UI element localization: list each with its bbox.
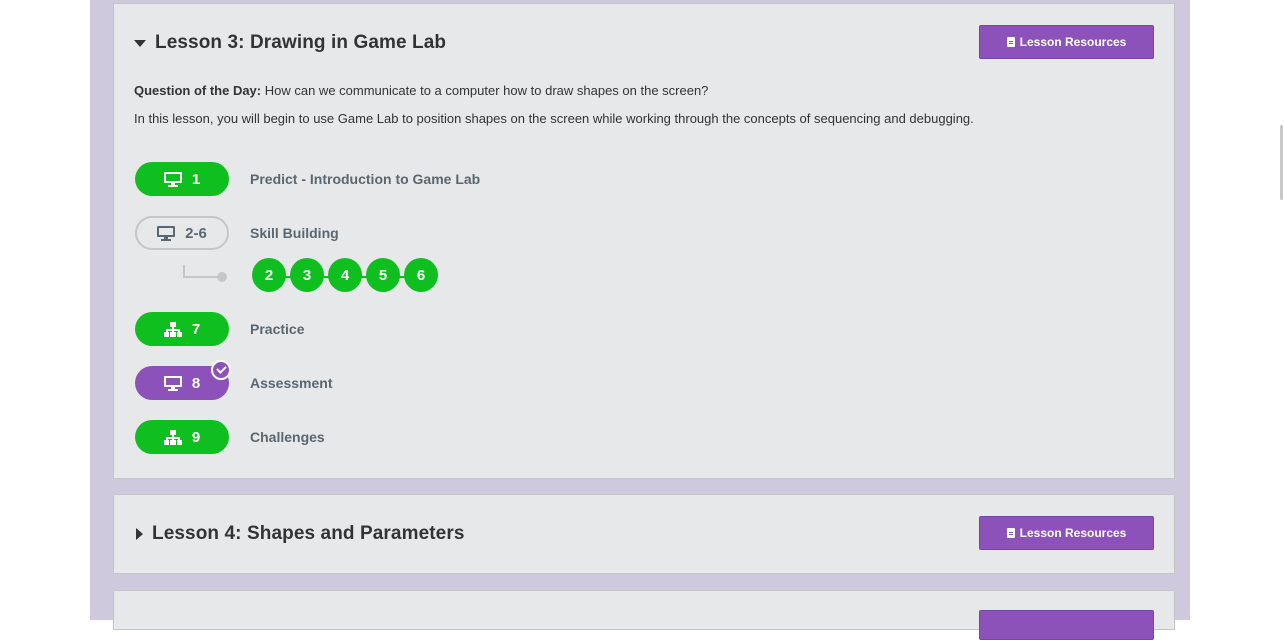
qotd-text: How can we communicate to a computer how… (261, 83, 709, 98)
sublevel-bubble-5[interactable]: 5 (366, 258, 400, 292)
checkmark-icon (211, 360, 231, 380)
sitemap-icon (163, 321, 182, 337)
lesson-card-3: Lesson 3: Drawing in Game Lab Lesson Res… (113, 3, 1175, 479)
lesson-resources-button[interactable] (979, 610, 1154, 640)
lesson-description: In this lesson, you will begin to use Ga… (134, 111, 974, 126)
caret-right-icon[interactable] (136, 528, 143, 540)
activity-label[interactable]: Practice (250, 321, 304, 337)
sublevel-bubble-3[interactable]: 3 (290, 258, 324, 292)
activity-label[interactable]: Assessment (250, 375, 333, 391)
lesson-resources-label: Lesson Resources (1019, 526, 1127, 540)
lesson-title[interactable]: Lesson 3: Drawing in Game Lab (155, 32, 446, 54)
activity-label[interactable]: Challenges (250, 429, 325, 445)
lesson-resources-button[interactable]: Lesson Resources (979, 25, 1154, 59)
lesson-resources-label: Lesson Resources (1019, 35, 1127, 49)
file-icon (1006, 37, 1015, 47)
lesson-card-4: Lesson 4: Shapes and Parameters Lesson R… (113, 494, 1175, 574)
activity-bubble-9[interactable]: 9 (135, 420, 229, 454)
file-icon (1006, 528, 1015, 538)
sublevel-connector (183, 276, 221, 278)
desktop-icon (163, 171, 182, 187)
activity-label[interactable]: Skill Building (250, 225, 339, 241)
activity-number: 7 (191, 320, 201, 338)
lesson-card-5 (113, 590, 1175, 640)
activity-number: 2-6 (185, 224, 207, 242)
activity-label[interactable]: Predict - Introduction to Game Lab (250, 171, 480, 187)
caret-down-icon[interactable] (134, 40, 146, 47)
activity-number: 8 (191, 374, 201, 392)
sublevel-bubble-6[interactable]: 6 (404, 258, 438, 292)
lesson-title[interactable]: Lesson 4: Shapes and Parameters (152, 523, 465, 545)
sitemap-icon (163, 429, 182, 445)
sublevel-connector-dot (217, 272, 227, 282)
lesson-resources-button[interactable]: Lesson Resources (979, 516, 1154, 550)
desktop-icon (163, 375, 182, 391)
desktop-icon (157, 225, 176, 241)
sublevel-bubble-4[interactable]: 4 (328, 258, 362, 292)
activity-number: 9 (191, 428, 201, 446)
activity-number: 1 (191, 170, 201, 188)
sublevel-bubble-2[interactable]: 2 (252, 258, 286, 292)
question-of-the-day: Question of the Day: How can we communic… (134, 83, 708, 98)
activity-bubble-7[interactable]: 7 (135, 312, 229, 346)
scrollbar-thumb[interactable] (1280, 125, 1283, 200)
qotd-label: Question of the Day: (134, 83, 262, 98)
activity-bubble-1[interactable]: 1 (135, 162, 229, 196)
activity-bubble-2-6[interactable]: 2-6 (135, 216, 229, 250)
